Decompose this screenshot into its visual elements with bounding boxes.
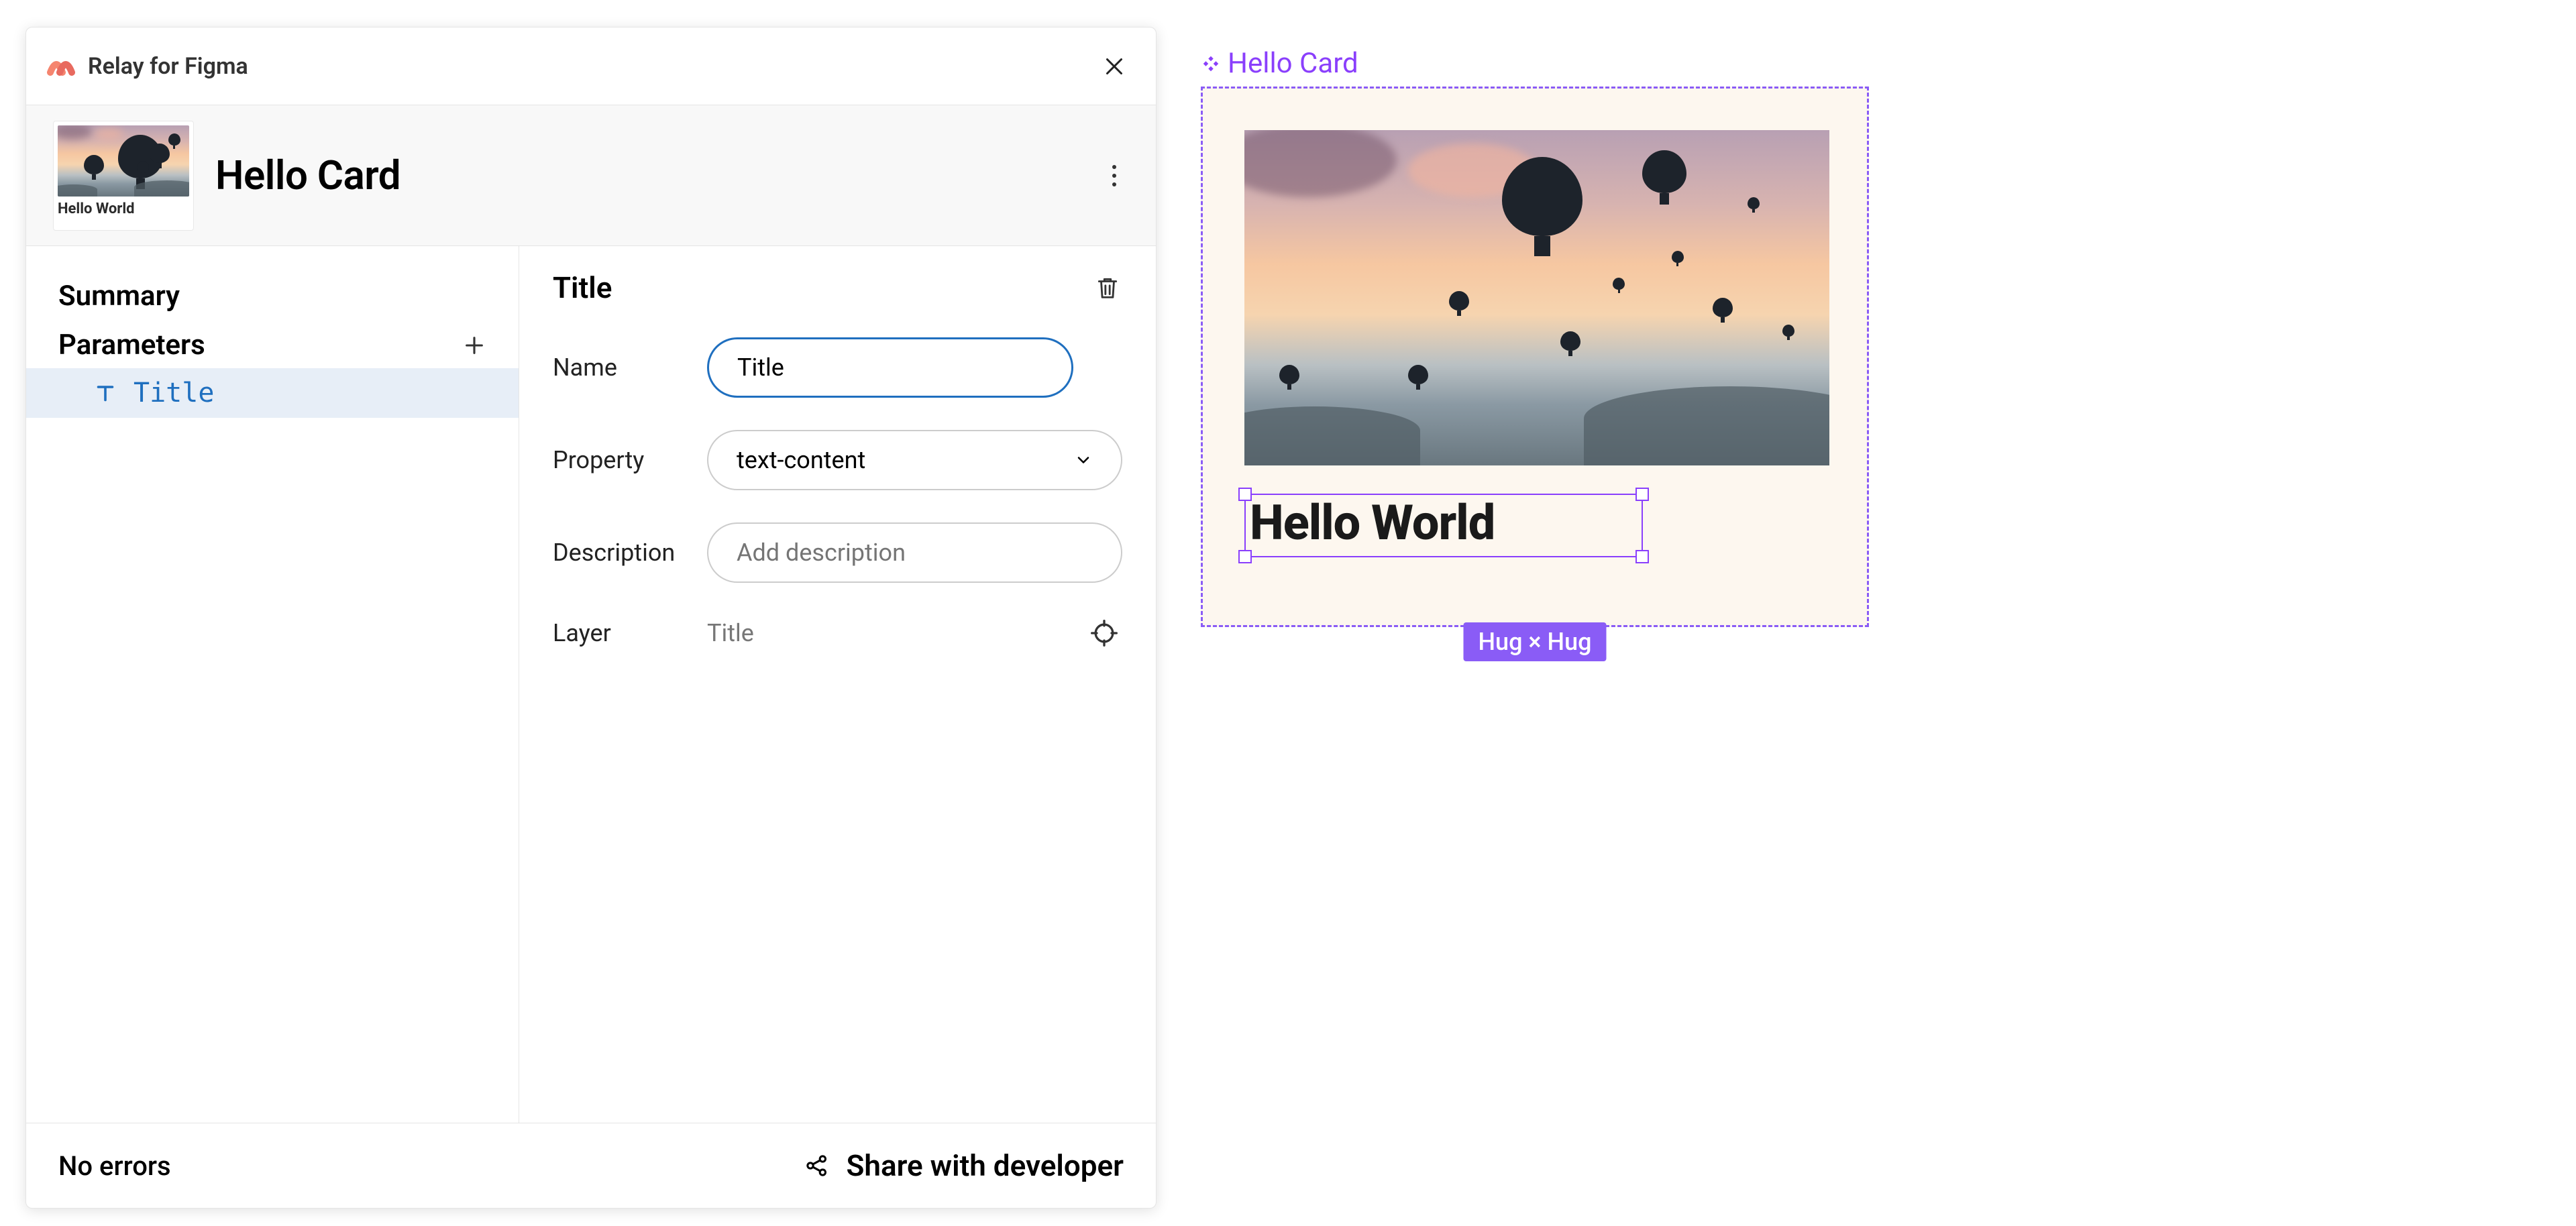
- status-text: No errors: [58, 1150, 171, 1182]
- selection-handle[interactable]: [1238, 488, 1252, 501]
- relay-logo-icon: [46, 56, 76, 76]
- name-input[interactable]: [707, 337, 1073, 398]
- card-text: Hello World: [1246, 495, 1642, 556]
- trash-icon: [1095, 275, 1120, 300]
- layer-value: Title: [707, 619, 754, 647]
- description-label: Description: [553, 539, 694, 567]
- sidebar: Summary Parameters Title: [26, 246, 519, 1123]
- share-icon: [804, 1152, 830, 1179]
- card-image: [1244, 130, 1829, 465]
- selected-text-layer[interactable]: Hello World: [1244, 494, 1643, 557]
- close-icon: [1102, 54, 1126, 78]
- name-label: Name: [553, 353, 694, 382]
- crosshair-icon: [1089, 618, 1119, 648]
- plus-icon: [463, 334, 486, 357]
- kebab-icon: [1112, 164, 1117, 187]
- app-name: Relay for Figma: [88, 53, 248, 80]
- component-frame-label[interactable]: Hello Card: [1201, 47, 1869, 80]
- share-with-developer-button[interactable]: Share with developer: [804, 1148, 1124, 1183]
- sidebar-parameters-label: Parameters: [58, 329, 205, 361]
- parameter-item-title[interactable]: Title: [26, 368, 519, 418]
- component-frame[interactable]: Hello World Hug × Hug: [1201, 87, 1869, 627]
- card-header: Hello World Hello Card: [26, 105, 1156, 246]
- text-icon: [93, 381, 117, 405]
- card-thumbnail: Hello World: [53, 121, 194, 231]
- property-label: Property: [553, 446, 694, 474]
- property-select[interactable]: text-content: [707, 430, 1122, 490]
- parameter-detail: Title Name Property text-content D: [519, 246, 1156, 1123]
- titlebar: Relay for Figma: [26, 27, 1156, 105]
- footer: No errors Share with developer: [26, 1123, 1156, 1208]
- card-title: Hello Card: [215, 152, 400, 199]
- component-frame-name: Hello Card: [1228, 47, 1358, 80]
- description-input[interactable]: [707, 522, 1122, 583]
- figma-canvas: Hello Card Hello World: [1201, 47, 1869, 627]
- relay-plugin-panel: Relay for Figma Hello World Hello Card: [25, 27, 1157, 1209]
- sidebar-parameters-row: Parameters: [26, 322, 519, 368]
- panel-body: Summary Parameters Title Title Name: [26, 246, 1156, 1123]
- thumbnail-caption: Hello World: [58, 201, 189, 217]
- delete-parameter-button[interactable]: [1093, 273, 1122, 302]
- close-button[interactable]: [1099, 52, 1129, 81]
- component-icon: [1201, 54, 1221, 74]
- parameter-item-label: Title: [133, 378, 214, 408]
- resize-mode-tag: Hug × Hug: [1464, 622, 1607, 661]
- sidebar-summary[interactable]: Summary: [26, 270, 519, 322]
- selection-handle[interactable]: [1635, 550, 1649, 563]
- property-selected-value: text-content: [737, 446, 865, 474]
- selection-handle[interactable]: [1238, 550, 1252, 563]
- layer-label: Layer: [553, 619, 694, 647]
- select-layer-button[interactable]: [1086, 615, 1122, 651]
- detail-heading: Title: [553, 270, 612, 305]
- card-menu-button[interactable]: [1099, 161, 1129, 190]
- share-label: Share with developer: [847, 1148, 1124, 1183]
- chevron-down-icon: [1074, 451, 1093, 469]
- selection-handle[interactable]: [1635, 488, 1649, 501]
- add-parameter-button[interactable]: [460, 331, 489, 360]
